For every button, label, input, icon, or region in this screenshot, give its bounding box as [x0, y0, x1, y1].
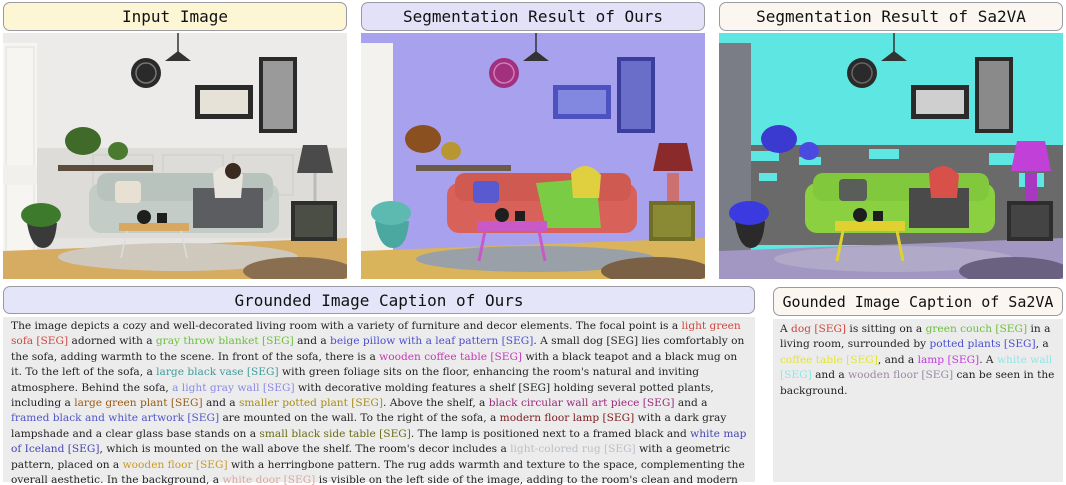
sa2va-caption-text: A dog [SEG] is sitting on a green couch …: [773, 319, 1063, 482]
ours-segmentation-title: Segmentation Result of Ours: [361, 2, 705, 31]
caption-text-run: , a: [1035, 338, 1049, 351]
grounded-phrase: wooden coffee table [SEG]: [379, 350, 523, 363]
sa2va-segmentation-image: [719, 33, 1063, 279]
ours-caption-text: The image depicts a cozy and well-decora…: [3, 317, 755, 485]
input-living-room-image: [3, 33, 347, 279]
caption-text-run: The image depicts a cozy and well-decora…: [11, 320, 682, 332]
grounded-phrase: lamp [SEG]: [917, 353, 980, 366]
input-image-title: Input Image: [3, 2, 347, 31]
grounded-phrase: coffee table [SEG]: [780, 353, 878, 366]
caption-text-run: are mounted on the wall. To the right of…: [219, 412, 500, 425]
caption-text-run: , and a: [877, 353, 918, 366]
caption-text-run: adorned with a: [68, 335, 156, 348]
caption-text-run: . Above the shelf, a: [382, 397, 489, 410]
grounded-phrase: small black side table [SEG]: [259, 427, 411, 440]
grounded-phrase: a light gray wall [SEG]: [172, 381, 295, 394]
grounded-phrase: large black vase [SEG]: [156, 366, 279, 379]
grounded-phrase: large green plant [SEG]: [74, 397, 203, 410]
grounded-phrase: dog [SEG]: [791, 323, 847, 335]
sa2va-caption-title: Gounded Image Caption of Sa2VA: [773, 287, 1063, 316]
grounded-phrase: green couch [SEG]: [925, 323, 1028, 335]
caption-text-run: , which is mounted on the wall above the…: [99, 443, 511, 456]
grounded-phrase: light-colored rug [SEG]: [510, 443, 636, 456]
grounded-phrase: gray throw blanket [SEG]: [155, 335, 294, 348]
caption-text-run: and a: [293, 335, 331, 348]
ours-caption-title: Grounded Image Caption of Ours: [3, 286, 755, 314]
caption-text-run: . The lamp is positioned next to a frame…: [410, 427, 691, 440]
caption-text-run: . A: [979, 353, 997, 366]
grounded-phrase: potted plants [SEG]: [929, 338, 1036, 351]
grounded-phrase: wooden floor [SEG]: [848, 369, 954, 382]
caption-text-run: A: [780, 323, 792, 335]
caption-text-run: and a: [811, 369, 849, 382]
caption-text-run: is sitting on a: [846, 323, 926, 335]
ours-segmentation-image: [361, 33, 705, 279]
grounded-phrase: modern floor lamp [SEG]: [499, 412, 635, 425]
grounded-phrase: white door [SEG]: [222, 474, 316, 485]
grounded-phrase: black circular wall art piece [SEG]: [488, 397, 675, 410]
grounded-phrase: beige pillow with a leaf pattern [SEG]: [330, 335, 534, 348]
caption-text-run: and a: [674, 397, 708, 410]
caption-text-run: and a: [202, 397, 239, 410]
grounded-phrase: smaller potted plant [SEG]: [238, 397, 383, 410]
grounded-phrase: framed black and white artwork [SEG]: [11, 412, 220, 425]
sa2va-segmentation-title: Segmentation Result of Sa2VA: [719, 2, 1063, 31]
grounded-phrase: wooden floor [SEG]: [122, 458, 228, 471]
